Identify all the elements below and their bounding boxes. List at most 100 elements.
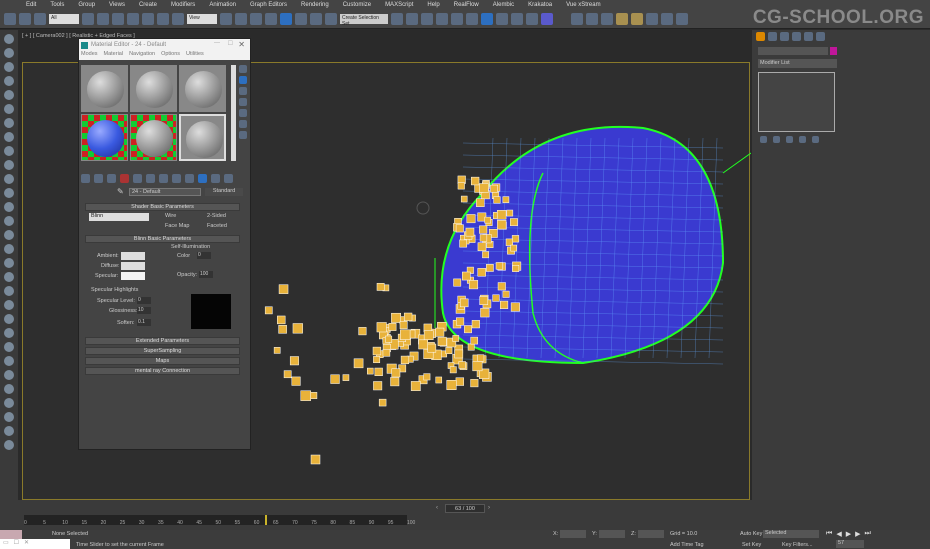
menu-utilities[interactable]: Utilities xyxy=(186,51,204,60)
next-frame-button[interactable]: › xyxy=(488,505,490,511)
plugin-tool-5-icon[interactable] xyxy=(631,13,643,25)
minimize-button[interactable]: — xyxy=(214,40,220,46)
left-tool-icon[interactable] xyxy=(4,356,14,366)
x-coord-field[interactable] xyxy=(560,530,586,538)
menu-tools[interactable]: Tools xyxy=(50,2,64,8)
sample-slot[interactable] xyxy=(81,114,128,161)
put-to-library-icon[interactable] xyxy=(159,174,168,183)
curve-editor-icon[interactable] xyxy=(451,13,463,25)
motion-tab-icon[interactable] xyxy=(792,32,801,41)
left-tool-icon[interactable] xyxy=(4,118,14,128)
left-tool-icon[interactable] xyxy=(4,104,14,114)
schematic-view-icon[interactable] xyxy=(466,13,478,25)
left-tool-icon[interactable] xyxy=(4,440,14,450)
snap-toggle-icon[interactable] xyxy=(265,13,277,25)
maxscript-listener[interactable] xyxy=(0,530,22,539)
menu-modes[interactable]: Modes xyxy=(81,51,98,60)
show-end-result-icon[interactable] xyxy=(198,174,207,183)
soften-spinner[interactable]: 0.1 xyxy=(137,319,151,326)
current-frame-field[interactable]: 57 xyxy=(836,540,864,548)
left-tool-icon[interactable] xyxy=(4,160,14,170)
left-tool-icon[interactable] xyxy=(4,314,14,324)
bind-space-warp-icon[interactable] xyxy=(34,13,46,25)
get-material-icon[interactable] xyxy=(81,174,90,183)
configure-sets-icon[interactable] xyxy=(812,136,819,143)
options-icon[interactable] xyxy=(239,131,247,139)
close-button[interactable]: ✕ xyxy=(238,40,245,49)
maximize-button[interactable]: ☐ xyxy=(228,40,233,47)
render-setup-icon[interactable] xyxy=(496,13,508,25)
left-tool-icon[interactable] xyxy=(4,48,14,58)
glossiness-spinner[interactable]: 10 xyxy=(137,307,151,314)
left-tool-icon[interactable] xyxy=(4,216,14,226)
material-editor-icon[interactable] xyxy=(481,13,493,25)
material-editor-window[interactable]: Material Editor - 24 - Default — ☐ ✕ Mod… xyxy=(78,38,251,450)
make-unique-icon[interactable] xyxy=(786,136,793,143)
left-tool-icon[interactable] xyxy=(4,272,14,282)
two-sided-checkbox[interactable]: 2-Sided xyxy=(207,213,226,219)
utilities-tab-icon[interactable] xyxy=(816,32,825,41)
left-tool-icon[interactable] xyxy=(4,90,14,100)
select-by-name-icon[interactable] xyxy=(97,13,109,25)
menu-alembic[interactable]: Alembic xyxy=(493,2,514,8)
extended-params-rollout[interactable]: Extended Parameters xyxy=(85,337,240,345)
menu-help[interactable]: Help xyxy=(427,2,439,8)
modifier-stack[interactable] xyxy=(758,72,835,132)
sample-slot-active[interactable] xyxy=(179,114,226,161)
menu-rendering[interactable]: Rendering xyxy=(301,2,329,8)
maps-rollout[interactable]: Maps xyxy=(85,357,240,365)
menu-views[interactable]: Views xyxy=(109,2,125,8)
left-tool-icon[interactable] xyxy=(4,188,14,198)
put-to-scene-icon[interactable] xyxy=(94,174,103,183)
goto-end-icon[interactable]: ⏭ xyxy=(864,530,870,538)
plugin-tool-2-icon[interactable] xyxy=(586,13,598,25)
left-tool-icon[interactable] xyxy=(4,286,14,296)
scale-icon[interactable] xyxy=(172,13,184,25)
layer-explorer-icon[interactable] xyxy=(421,13,433,25)
y-coord-field[interactable] xyxy=(599,530,625,538)
pivot-icon[interactable] xyxy=(220,13,232,25)
plugin-tool-1-icon[interactable] xyxy=(571,13,583,25)
slots-scrollbar[interactable] xyxy=(231,65,236,161)
go-forward-icon[interactable] xyxy=(224,174,233,183)
left-tool-icon[interactable] xyxy=(4,328,14,338)
left-tool-icon[interactable] xyxy=(4,174,14,184)
left-tool-icon[interactable] xyxy=(4,398,14,408)
left-tool-icon[interactable] xyxy=(4,244,14,254)
plugin-tool-6-icon[interactable] xyxy=(646,13,658,25)
align-icon[interactable] xyxy=(406,13,418,25)
menu-modifiers[interactable]: Modifiers xyxy=(171,2,195,8)
left-tool-icon[interactable] xyxy=(4,230,14,240)
shader-rollout-header[interactable]: Shader Basic Parameters xyxy=(85,203,240,211)
object-name-field[interactable] xyxy=(758,47,828,55)
auto-key-button[interactable]: Auto Key xyxy=(740,531,762,537)
object-color-swatch[interactable] xyxy=(830,47,837,55)
material-type-button[interactable]: Standard xyxy=(205,188,243,196)
hierarchy-tab-icon[interactable] xyxy=(780,32,789,41)
spec-level-spinner[interactable]: 0 xyxy=(137,297,151,304)
set-key-button[interactable]: Set Key xyxy=(742,542,761,548)
mirror-icon[interactable] xyxy=(391,13,403,25)
left-tool-icon[interactable] xyxy=(4,34,14,44)
menu-edit[interactable]: Edit xyxy=(26,2,36,8)
left-tool-icon[interactable] xyxy=(4,76,14,86)
plugin-tool-7-icon[interactable] xyxy=(661,13,673,25)
keyboard-shortcut-icon[interactable] xyxy=(250,13,262,25)
render-icon[interactable] xyxy=(526,13,538,25)
display-tab-icon[interactable] xyxy=(804,32,813,41)
plugin-tool-4-icon[interactable] xyxy=(616,13,628,25)
menu-maxscript[interactable]: MAXScript xyxy=(385,2,413,8)
copy-material-icon[interactable] xyxy=(133,174,142,183)
manipulate-icon[interactable] xyxy=(235,13,247,25)
menu-navigation[interactable]: Navigation xyxy=(129,51,155,60)
selection-filter-dropdown[interactable]: All xyxy=(49,14,79,24)
spinner-snap-icon[interactable] xyxy=(310,13,322,25)
menu-options[interactable]: Options xyxy=(161,51,180,60)
left-tool-icon[interactable] xyxy=(4,370,14,380)
mental-ray-rollout[interactable]: mental ray Connection xyxy=(85,367,240,375)
left-tool-icon[interactable] xyxy=(4,146,14,156)
sample-slot[interactable] xyxy=(130,114,177,161)
ambient-swatch[interactable] xyxy=(121,252,145,260)
menu-group[interactable]: Group xyxy=(78,2,95,8)
show-map-icon[interactable] xyxy=(185,174,194,183)
